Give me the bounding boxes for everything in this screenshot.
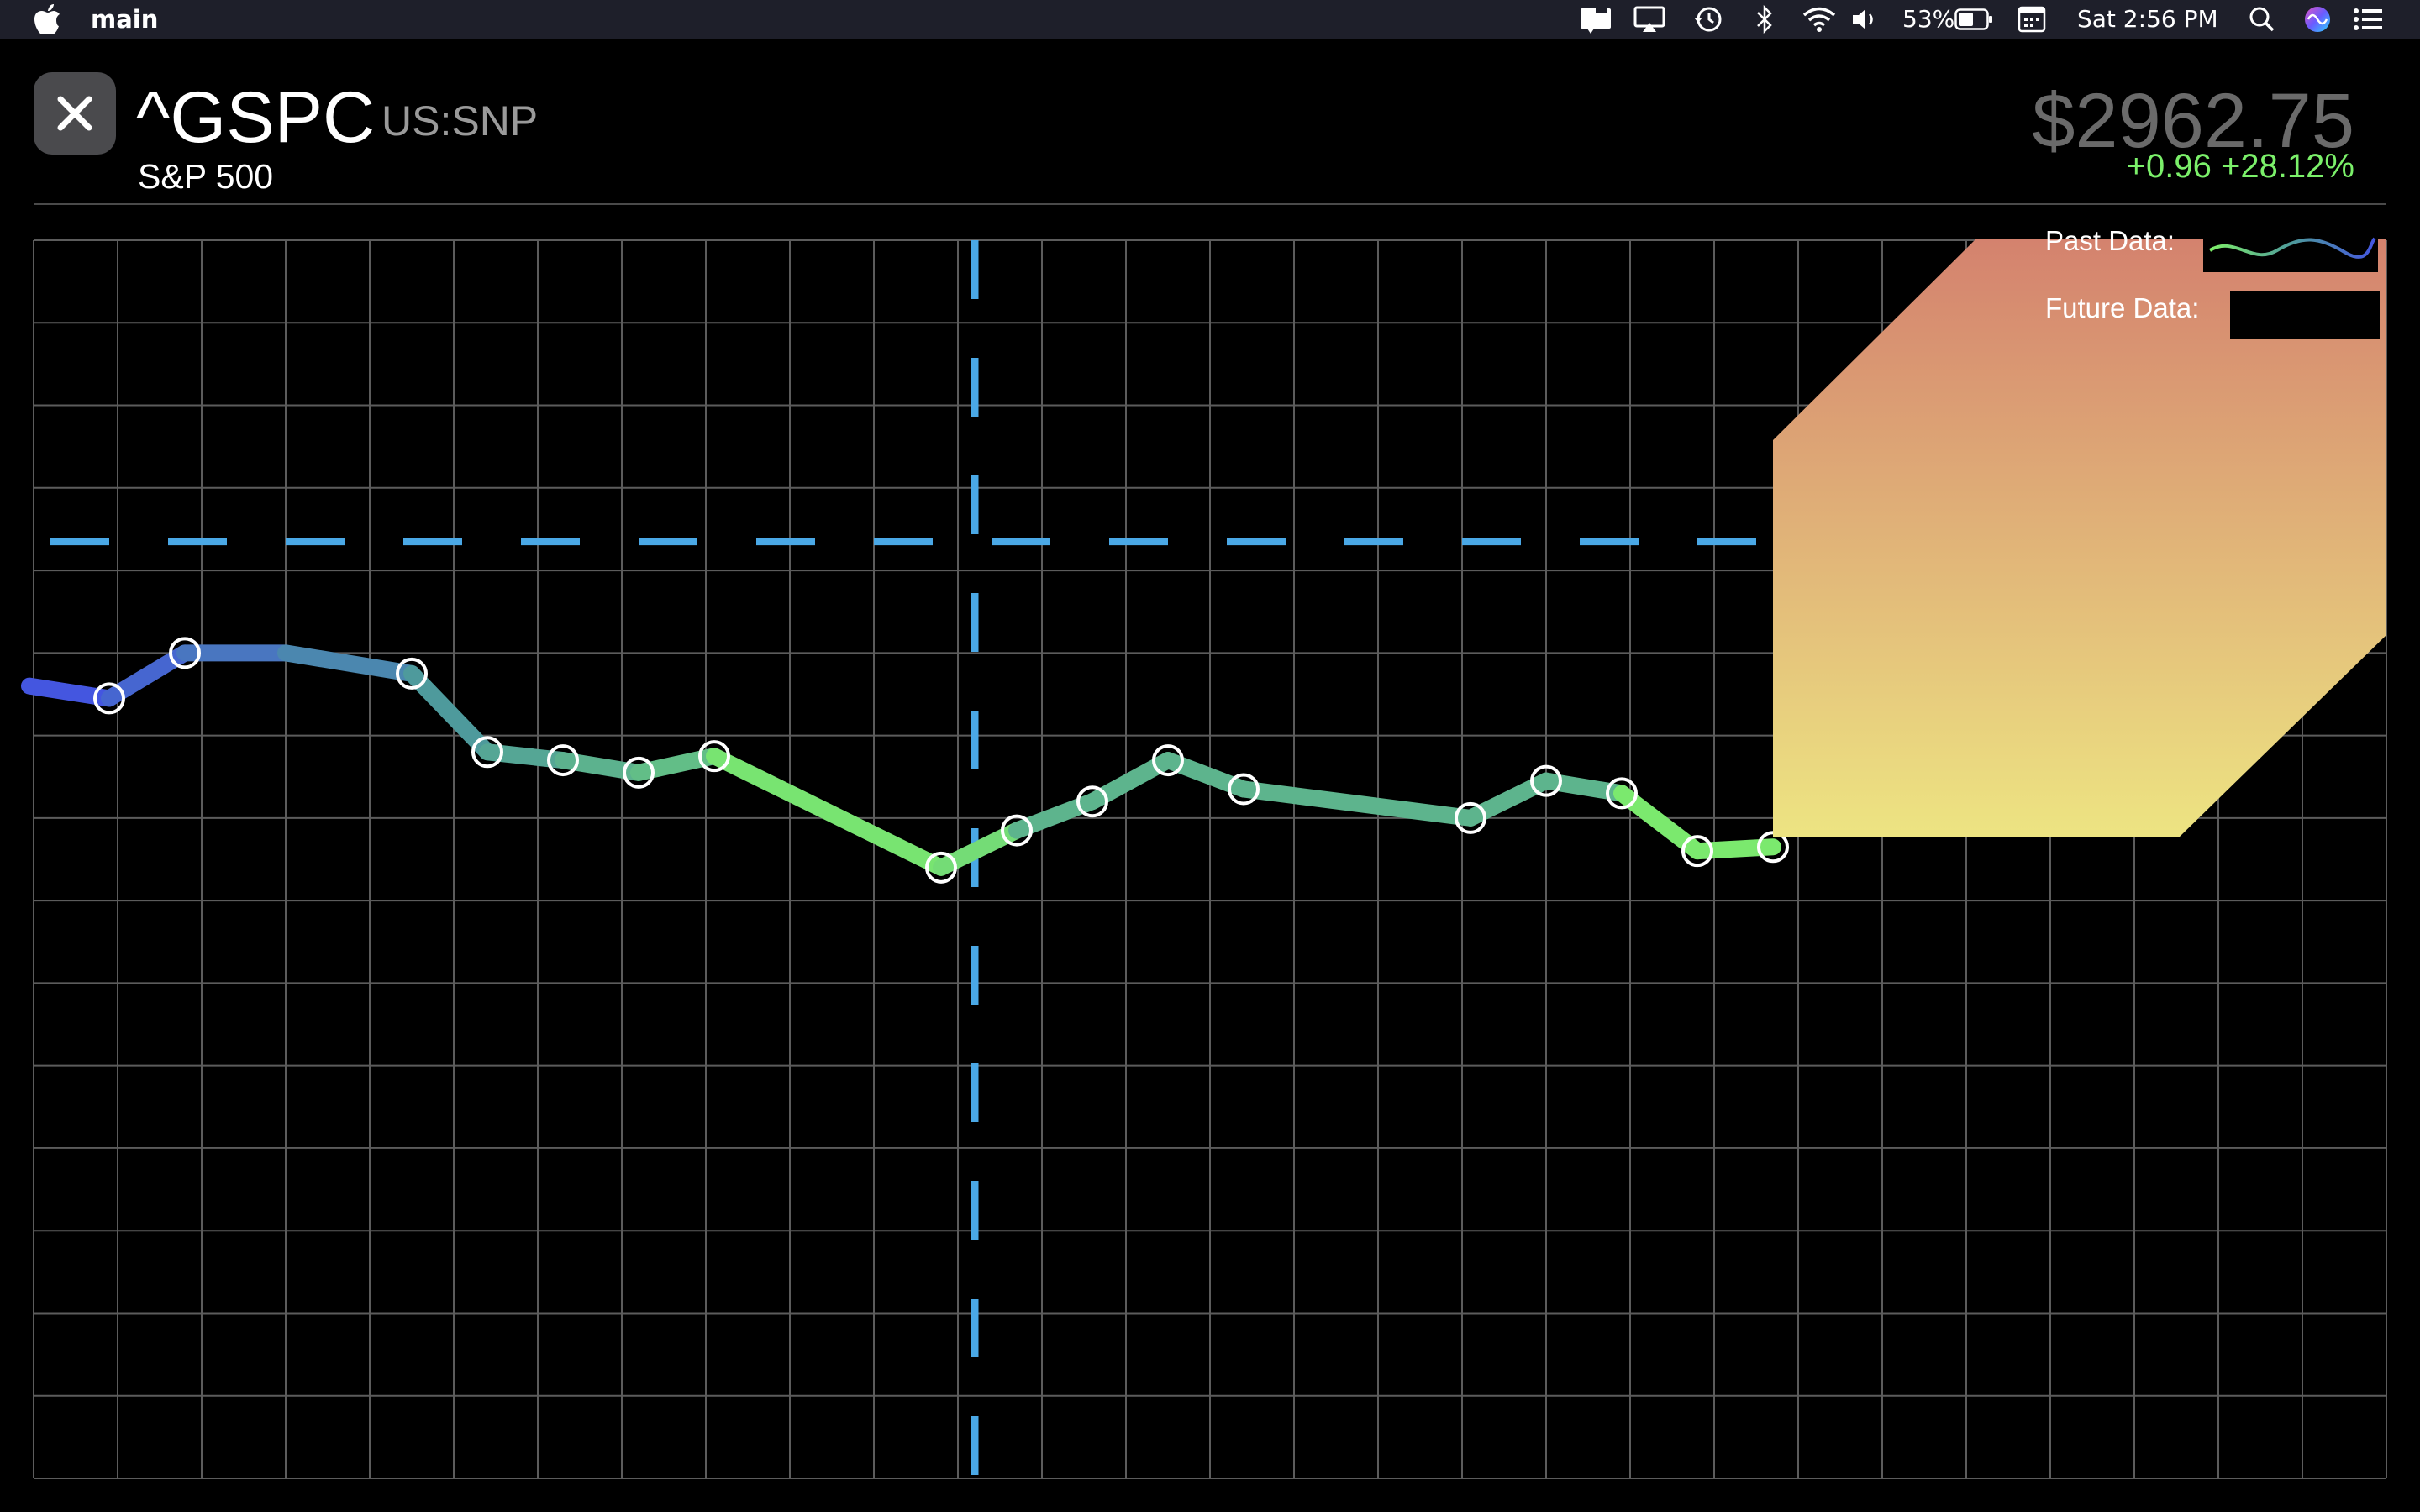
series-segment	[1235, 780, 1479, 827]
series-segment	[403, 664, 496, 761]
legend-past-label: Past Data:	[2045, 225, 2175, 256]
series-segment	[706, 748, 950, 876]
series-segment	[1160, 752, 1252, 798]
legend-past-swatch	[2203, 232, 2378, 272]
chart-markers	[93, 637, 1789, 884]
legend-future-label: Future Data:	[2045, 292, 2199, 323]
series-segment	[1689, 838, 1781, 860]
price-chart[interactable]: Past Data: Future Data:	[0, 0, 2420, 1512]
series-segment	[1008, 793, 1101, 839]
series-segment	[277, 644, 420, 682]
chart-series	[21, 644, 1781, 876]
